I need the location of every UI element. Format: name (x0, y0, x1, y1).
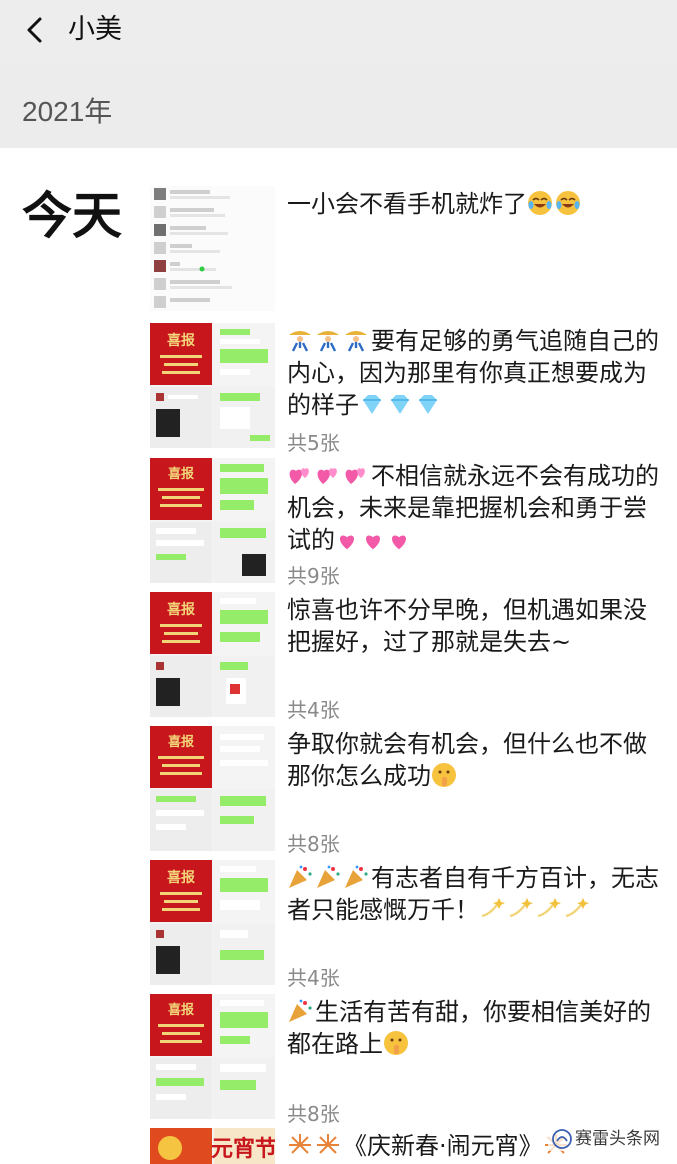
fireworks-emoji (317, 1134, 339, 1154)
photo-count: 共4张 (287, 966, 340, 990)
photo-count: 共8张 (287, 832, 340, 856)
moment-post[interactable]: 喜报 争取你就会有机会，但什么也不做那你怎么成功 共8张 (150, 726, 677, 856)
diamond-emoji (363, 395, 381, 414)
party-popper-emoji (345, 865, 368, 888)
fireworks-emoji (289, 1134, 311, 1154)
hearts-emoji (317, 468, 337, 484)
svg-text:喜报: 喜报 (167, 601, 195, 618)
moment-post[interactable]: 喜报 有志者自有千方百计，无志者只能感慨万千！ 共4张 (150, 860, 677, 990)
party-popper-emoji (289, 999, 312, 1022)
moment-post[interactable]: 喜报 要有足够的勇气追随自己的内心，因为那里有你真正想要成为的样子 共5张 (150, 323, 677, 455)
year-label: 2021年 (22, 96, 113, 127)
site-logo-icon (552, 1129, 572, 1149)
post-body: 《庆新春·闹元宵》 (343, 1132, 543, 1160)
laugh-cry-emoji (556, 191, 580, 215)
dancers-emoji (289, 331, 311, 352)
page-title: 小美 (68, 14, 122, 45)
collage-thumbnail: 喜报 (150, 860, 275, 985)
hearts-emoji (345, 468, 365, 484)
collage-thumbnail: 喜报 (150, 592, 275, 717)
heart-emoji (392, 535, 406, 550)
post-text: 争取你就会有机会，但什么也不做那你怎么成功 (287, 728, 659, 792)
collage-thumbnail: 喜报 (150, 323, 275, 448)
dancers-emoji (317, 331, 339, 352)
svg-text:喜报: 喜报 (167, 332, 195, 349)
hearts-emoji (289, 468, 309, 484)
heart-emoji (340, 535, 354, 550)
watermark-text: 赛雷头条网 (575, 1129, 660, 1149)
dizzy-emoji (565, 898, 589, 918)
post-text: 惊喜也许不分早晚，但机遇如果没把握好，过了那就是失去~ (287, 594, 659, 658)
watermark: 赛雷头条网 (548, 1122, 664, 1151)
post-thumbnail[interactable]: 喜报 (150, 726, 275, 851)
post-body: 生活有苦有甜，你要相信美好的都在路上 (287, 998, 651, 1058)
lantern-festival-thumbnail: 元宵节 (150, 1128, 275, 1164)
photo-count: 共4张 (287, 698, 340, 722)
post-thumbnail[interactable]: 元宵节 (150, 1128, 275, 1164)
top-bar: 小美 (0, 0, 677, 64)
heart-emoji (366, 535, 380, 550)
shush-emoji (384, 1031, 408, 1055)
dancers-emoji (345, 331, 367, 352)
svg-text:喜报: 喜报 (168, 466, 195, 482)
photo-count: 共5张 (287, 431, 340, 455)
collage-thumbnail: 喜报 (150, 458, 275, 583)
chevron-left-icon[interactable] (20, 15, 50, 45)
post-body: 一小会不看手机就炸了 (287, 190, 527, 218)
party-popper-emoji (289, 865, 312, 888)
laugh-cry-emoji (528, 191, 552, 215)
post-thumbnail[interactable]: 喜报 (150, 994, 275, 1119)
moment-post[interactable]: 喜报 生活有苦有甜，你要相信美好的都在路上 共8张 (150, 994, 677, 1126)
diamond-emoji (419, 395, 437, 414)
chat-list-thumbnail (150, 186, 275, 311)
moment-post[interactable]: 喜报 惊喜也许不分早晚，但机遇如果没把握好，过了那就是失去~ 共4张 (150, 592, 677, 722)
post-thumbnail[interactable]: 喜报 (150, 860, 275, 985)
post-body: 惊喜也许不分早晚，但机遇如果没把握好，过了那就是失去~ (287, 596, 647, 656)
svg-text:喜报: 喜报 (168, 1002, 195, 1018)
diamond-emoji (391, 395, 409, 414)
post-body: 争取你就会有机会，但什么也不做那你怎么成功 (287, 730, 647, 790)
post-text: 一小会不看手机就炸了 (287, 188, 659, 220)
day-label: 今天 (22, 187, 122, 245)
party-popper-emoji (317, 865, 340, 888)
year-bar: 2021年 (0, 64, 677, 148)
post-text: 不相信就永远不会有成功的机会，未来是靠把握机会和勇于尝试的 (287, 460, 659, 556)
moment-post[interactable]: 喜报 不相信就永远不会有成功的机会，未来是靠把握机会和勇于尝试的 共9张 (150, 458, 677, 588)
collage-thumbnail: 喜报 (150, 994, 275, 1119)
post-text: 要有足够的勇气追随自己的内心，因为那里有你真正想要成为的样子 (287, 325, 659, 421)
post-thumbnail[interactable] (150, 186, 275, 311)
dizzy-emoji (481, 898, 505, 918)
banner-text: 元宵节 (211, 1136, 275, 1162)
photo-count: 共9张 (287, 564, 340, 588)
post-thumbnail[interactable]: 喜报 (150, 323, 275, 448)
post-thumbnail[interactable]: 喜报 (150, 592, 275, 717)
shush-emoji (432, 763, 456, 787)
post-thumbnail[interactable]: 喜报 (150, 458, 275, 583)
post-text: 有志者自有千方百计，无志者只能感慨万千！ (287, 862, 659, 926)
dizzy-emoji (537, 898, 561, 918)
svg-text:喜报: 喜报 (167, 869, 195, 886)
collage-thumbnail: 喜报 (150, 726, 275, 851)
post-text: 生活有苦有甜，你要相信美好的都在路上 (287, 996, 659, 1060)
photo-count: 共8张 (287, 1102, 340, 1126)
dizzy-emoji (509, 898, 533, 918)
moment-post[interactable]: 一小会不看手机就炸了 (150, 186, 677, 316)
svg-text:喜报: 喜报 (168, 734, 195, 750)
